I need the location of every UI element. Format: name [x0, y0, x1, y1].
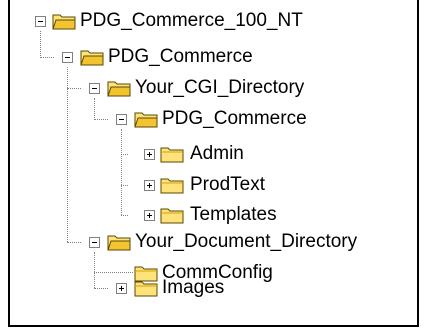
folder-open-icon: [134, 112, 158, 128]
tree-item-label[interactable]: PDG_Commerce: [162, 108, 307, 130]
collapse-toggle[interactable]: [89, 237, 100, 248]
expand-toggle[interactable]: [144, 210, 155, 221]
folder-tree: PDG_Commerce_100_NT PDG_Commerce Your_CG…: [0, 0, 427, 330]
folder-open-icon: [52, 14, 76, 30]
tree-item-label[interactable]: PDG_Commerce_100_NT: [80, 10, 303, 32]
tree-connector: [40, 31, 41, 58]
expand-toggle[interactable]: [144, 149, 155, 160]
tree-item-label[interactable]: Admin: [190, 143, 244, 165]
tree-connector: [67, 67, 68, 242]
expand-toggle[interactable]: [116, 283, 127, 294]
tree-item-label[interactable]: Templates: [190, 204, 277, 226]
tree-connector: [67, 242, 81, 243]
tree-connector: [94, 288, 108, 289]
tree-item-label[interactable]: PDG_Commerce: [108, 46, 253, 68]
expand-toggle[interactable]: [144, 180, 155, 191]
tree-item-label[interactable]: Your_Document_Directory: [135, 231, 357, 253]
tree-connector: [94, 98, 95, 120]
folder-open-icon: [80, 50, 104, 66]
folder-icon: [160, 147, 184, 163]
collapse-toggle[interactable]: [116, 114, 127, 125]
folder-icon: [160, 178, 184, 194]
collapse-toggle[interactable]: [89, 83, 100, 94]
tree-connector: [40, 57, 54, 58]
tree-item-label[interactable]: Your_CGI_Directory: [135, 77, 304, 99]
folder-icon: [134, 281, 158, 297]
folder-open-icon: [107, 235, 131, 251]
tree-connector: [94, 119, 108, 120]
folder-icon: [160, 208, 184, 224]
tree-connector: [121, 215, 128, 216]
tree-item-label[interactable]: ProdText: [190, 174, 265, 196]
tree-connector: [121, 154, 128, 155]
collapse-toggle[interactable]: [62, 52, 73, 63]
tree-connector: [94, 272, 133, 273]
tree-connector: [121, 129, 122, 215]
tree-connector: [121, 185, 128, 186]
tree-item-label[interactable]: Images: [162, 277, 224, 299]
tree-connector: [94, 252, 95, 288]
folder-open-icon: [107, 81, 131, 97]
tree-connector: [67, 88, 81, 89]
collapse-toggle[interactable]: [35, 16, 46, 27]
